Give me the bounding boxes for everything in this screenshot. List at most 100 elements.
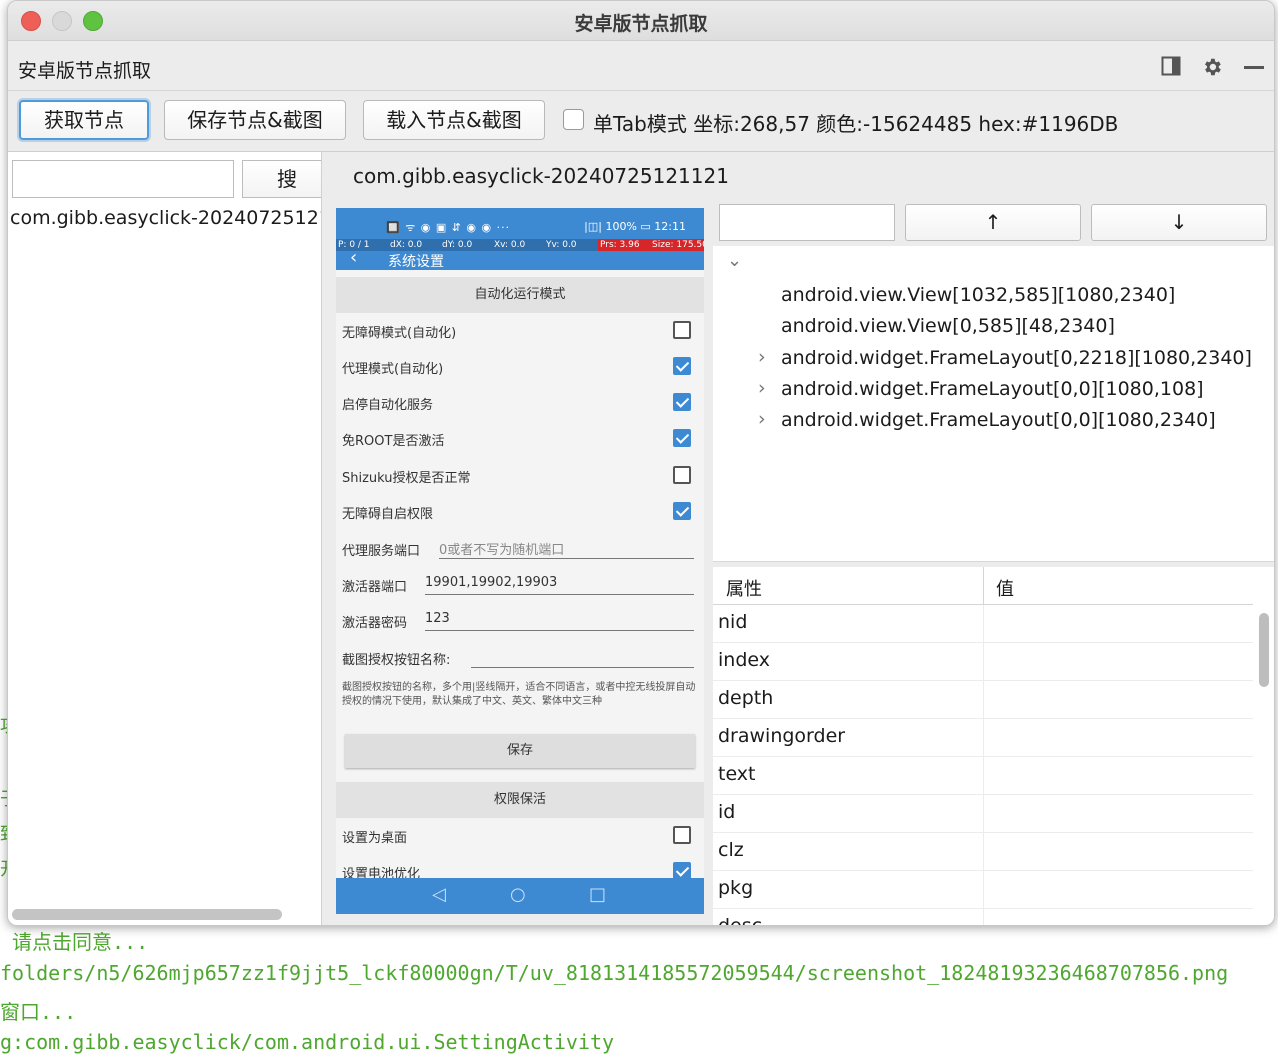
setting-row[interactable]: 代理模式(自动化) xyxy=(336,349,704,385)
activator-pwd-row: 激活器密码 123 xyxy=(336,603,704,639)
table-row[interactable]: index xyxy=(713,643,1253,681)
title-bar[interactable]: 安卓版节点抓取 xyxy=(8,1,1274,41)
activator-port-field[interactable]: 19901,19902,19903 xyxy=(425,575,694,595)
load-nodes-button[interactable]: 载入节点&截图 xyxy=(363,100,545,140)
table-row[interactable]: desc xyxy=(713,909,1253,925)
status-icons: 🔲 ᯤ ◉ ▣ ⇵ ◉ ◉ ··· xyxy=(386,221,511,234)
setting-label: 设置为桌面 xyxy=(342,831,408,846)
screenshot-btn-row: 截图授权按钮名称: xyxy=(336,640,704,676)
property-name: nid xyxy=(718,611,748,633)
property-name: text xyxy=(718,763,756,785)
gear-icon[interactable] xyxy=(1201,56,1223,83)
chevron-right-icon[interactable]: › xyxy=(758,377,766,399)
vertical-scrollbar[interactable] xyxy=(1259,613,1269,687)
terminal-line: 请点击同意... xyxy=(0,930,149,954)
ptr-size: Size: 175.50 xyxy=(652,240,704,250)
property-name: clz xyxy=(718,839,744,861)
chevron-right-icon[interactable]: › xyxy=(758,408,766,430)
node-search-input[interactable] xyxy=(719,204,895,241)
single-tab-label: 单Tab模式 坐标:268,57 颜色:-15624485 hex:#1196D… xyxy=(593,108,1118,137)
minimize-icon[interactable] xyxy=(1244,66,1264,69)
tree-node[interactable]: android.widget.FrameLayout[0,0][1080,108… xyxy=(781,378,1204,400)
ptr-prs: Prs: 3.96 xyxy=(600,240,640,250)
table-row[interactable]: pkg xyxy=(713,871,1253,909)
property-name: id xyxy=(718,801,736,823)
column-divider xyxy=(983,871,984,909)
tree-node[interactable]: android.widget.FrameLayout[0,2218][1080,… xyxy=(781,347,1252,369)
phone-status-bar: 🔲 ᯤ ◉ ▣ ⇵ ◉ ◉ ··· |◫| 100% ▭ 12:11 xyxy=(336,208,704,239)
setting-checkbox[interactable] xyxy=(673,321,691,339)
terminal-line: g:com.gibb.easyclick/com.android.ui.Sett… xyxy=(0,1030,615,1054)
table-row[interactable]: text xyxy=(713,757,1253,795)
setting-label: 无障碍模式(自动化) xyxy=(342,326,457,341)
chevron-right-icon[interactable]: › xyxy=(758,346,766,368)
table-row[interactable]: id xyxy=(713,795,1253,833)
phone-page-title: 系统设置 xyxy=(388,254,444,270)
nav-back-icon[interactable]: ◁ xyxy=(432,884,446,905)
nav-recents-icon[interactable]: □ xyxy=(589,884,606,905)
setting-row[interactable]: 免ROOT是否激活 xyxy=(336,421,704,457)
column-header-attr[interactable]: 属性 xyxy=(726,575,762,601)
proxy-port-field[interactable]: 0或者不写为随机端口 xyxy=(439,539,694,559)
app-header: 安卓版节点抓取 xyxy=(8,41,1274,91)
back-arrow-icon[interactable]: ‹ xyxy=(350,247,357,268)
ptr-dy: dY: 0.0 xyxy=(442,240,473,250)
horizontal-scrollbar[interactable] xyxy=(12,909,282,920)
left-search-input[interactable] xyxy=(12,160,234,198)
column-header-value[interactable]: 值 xyxy=(996,575,1014,601)
tree-node[interactable]: android.view.View[0,585][48,2340] xyxy=(781,315,1115,337)
screenshot-btn-field[interactable] xyxy=(471,648,694,668)
phone-save-button[interactable]: 保存 xyxy=(345,734,695,768)
tree-node[interactable]: android.view.View[1032,585][1080,2340] xyxy=(781,284,1175,306)
left-search-button[interactable]: 搜 xyxy=(242,160,321,198)
table-row[interactable]: depth xyxy=(713,681,1253,719)
property-name: pkg xyxy=(718,877,754,899)
screenshot-btn-label: 截图授权按钮名称: xyxy=(342,653,451,668)
setting-checkbox[interactable] xyxy=(673,393,691,411)
column-divider xyxy=(983,605,984,643)
screenshot-btn-description: 截图授权按钮的名称，多个用|竖线隔开，适合不同语言，或者中控无线投屏自动授权的情… xyxy=(342,682,696,707)
property-name: depth xyxy=(718,687,774,709)
chevron-down-icon[interactable]: ⌄ xyxy=(727,250,742,271)
setting-checkbox[interactable] xyxy=(673,502,691,520)
setting-checkbox[interactable] xyxy=(673,826,691,844)
column-divider[interactable] xyxy=(983,567,984,605)
activator-port-label: 激活器端口 xyxy=(342,580,408,595)
setting-row[interactable]: Shizuku授权是否正常 xyxy=(336,458,704,494)
single-tab-checkbox[interactable] xyxy=(563,109,584,130)
save-nodes-button[interactable]: 保存节点&截图 xyxy=(164,100,346,140)
list-item[interactable]: com.gibb.easyclick-20240725121121 xyxy=(10,207,321,229)
column-divider xyxy=(983,909,984,925)
get-nodes-button[interactable]: 获取节点 xyxy=(19,100,149,140)
setting-checkbox[interactable] xyxy=(673,357,691,375)
phone-bottom-nav: ◁ ○ □ xyxy=(336,878,704,914)
app-title: 安卓版节点抓取 xyxy=(18,60,152,82)
pointer-location-bar: P: 0 / 1 dX: 0.0 dY: 0.0 Xv: 0.0 Yv: 0.0… xyxy=(336,239,704,251)
phone-screenshot[interactable]: 🔲 ᯤ ◉ ▣ ⇵ ◉ ◉ ··· |◫| 100% ▭ 12:11 P: 0 … xyxy=(336,208,704,914)
ptr-yv: Yv: 0.0 xyxy=(546,240,577,250)
setting-row[interactable]: 设置为桌面 xyxy=(336,818,704,854)
table-row[interactable]: nid xyxy=(713,605,1253,643)
table-header: 属性 值 xyxy=(713,567,1253,605)
search-prev-button[interactable]: ↑ xyxy=(905,204,1081,241)
left-panel: 搜 com.gibb.easyclick-20240725121121 xyxy=(8,152,322,925)
activator-port-row: 激活器端口 19901,19902,19903 xyxy=(336,567,704,603)
ptr-xv: Xv: 0.0 xyxy=(494,240,526,250)
tree-node[interactable]: android.widget.FrameLayout[0,0][1080,234… xyxy=(781,409,1216,431)
terminal-line: folders/n5/626mjp657zz1f9jjt5_lckf80000g… xyxy=(0,961,1229,985)
setting-row[interactable]: 无障碍自启权限 xyxy=(336,494,704,530)
setting-label: 启停自动化服务 xyxy=(342,398,434,413)
search-next-button[interactable]: ↓ xyxy=(1091,204,1267,241)
table-row[interactable]: clz xyxy=(713,833,1253,871)
nav-home-icon[interactable]: ○ xyxy=(510,884,526,905)
table-row[interactable]: drawingorder xyxy=(713,719,1253,757)
snapshot-title: com.gibb.easyclick-20240725121121 xyxy=(353,164,729,188)
setting-checkbox[interactable] xyxy=(673,429,691,447)
property-name: index xyxy=(718,649,770,671)
phone-nav-bar: ‹ 系统设置 xyxy=(336,247,704,270)
setting-row[interactable]: 启停自动化服务 xyxy=(336,385,704,421)
panel-toggle-icon[interactable] xyxy=(1161,56,1181,81)
setting-checkbox[interactable] xyxy=(673,466,691,484)
setting-row[interactable]: 无障碍模式(自动化) xyxy=(336,313,704,349)
activator-pwd-field[interactable]: 123 xyxy=(425,611,694,631)
